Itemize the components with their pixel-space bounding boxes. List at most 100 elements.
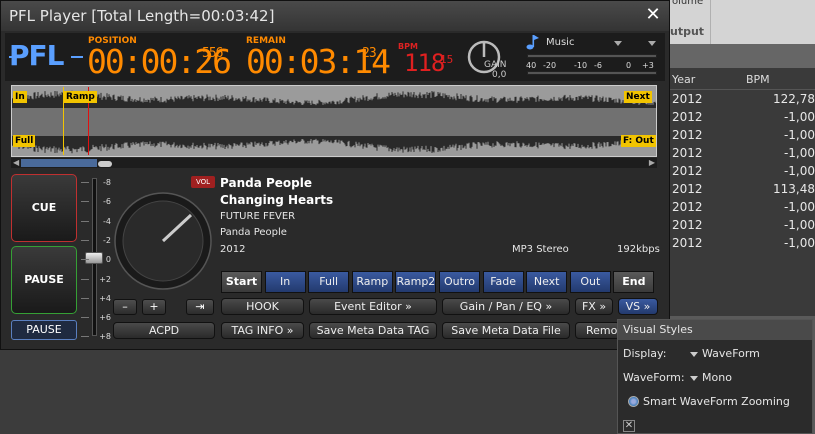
table-row[interactable]: 2012 -1,00	[660, 198, 815, 216]
cue-point-next-button[interactable]: Next	[526, 271, 568, 293]
display-dropdown[interactable]: WaveForm	[702, 347, 760, 360]
cue-tag-in[interactable]: In	[13, 91, 27, 103]
cue-tag-ramp[interactable]: Ramp	[64, 91, 97, 103]
pfl-player-window: PFL Player [Total Length=00:03:42] ✕ PFL…	[0, 0, 670, 350]
cue-tag-fout[interactable]: F: Out	[621, 135, 656, 147]
cue-point-out-button[interactable]: Out	[569, 271, 611, 293]
tag-info-button[interactable]: TAG INFO »	[221, 322, 304, 339]
table-row[interactable]: 2012 -1,00	[660, 234, 815, 252]
table-row[interactable]: 2012 -1,00	[660, 216, 815, 234]
smart-zoom-radio[interactable]	[628, 396, 639, 407]
cell-bpm: 113,48	[773, 182, 815, 196]
window-title: PFL Player [Total Length=00:03:42]	[9, 7, 275, 25]
chevron-down-icon[interactable]	[614, 41, 622, 46]
pitch-scale-label: -8	[103, 178, 111, 187]
cue-point-in-button[interactable]: In	[264, 271, 306, 293]
track-artist: Panda People	[220, 176, 312, 190]
minus-button[interactable]: –	[113, 299, 137, 315]
cell-year: 2012	[672, 182, 703, 196]
pitch-scale-label: -2	[103, 235, 111, 245]
cue-tag-full[interactable]: Full	[13, 135, 36, 147]
pitch-scale-label: -4	[103, 216, 111, 226]
vol-button[interactable]: VOL	[191, 176, 215, 188]
cell-bpm: -1,00	[783, 218, 815, 232]
track-bitrate: 192kbps	[617, 244, 660, 255]
zoom-slider-knob[interactable]	[98, 161, 112, 167]
pitch-scale-label: +2	[99, 274, 111, 284]
hook-button[interactable]: HOOK	[221, 298, 304, 315]
gain-value: 0,0	[492, 70, 507, 80]
background-strip	[660, 44, 815, 68]
visual-styles-header: Visual Styles	[618, 320, 812, 340]
table-row[interactable]: 2012 -1,00	[660, 108, 815, 126]
chevron-down-icon[interactable]	[690, 376, 698, 381]
pause-small-button[interactable]: PAUSE	[11, 320, 77, 340]
cue-point-end-button[interactable]: End	[613, 271, 655, 293]
save-meta-tag-button[interactable]: Save Meta Data TAG	[309, 322, 437, 339]
cue-point-fade-button[interactable]: Fade	[482, 271, 524, 293]
scroll-right-icon[interactable]: ▶	[649, 158, 655, 167]
cue-point-start-button[interactable]: Start	[221, 271, 262, 293]
pitch-scale-label: +8	[99, 332, 111, 342]
cell-year: 2012	[672, 110, 703, 124]
table-row[interactable]: 2012 122,78	[660, 90, 815, 108]
scroll-thumb[interactable]	[21, 159, 97, 167]
scroll-left-icon[interactable]: ◀	[13, 158, 19, 167]
pfl-line-right	[71, 56, 83, 58]
table-row[interactable]: 2012 113,48	[660, 180, 815, 198]
acpd-button[interactable]: ACPD	[113, 322, 215, 339]
plus-button[interactable]: +	[142, 299, 166, 315]
smart-zoom-label[interactable]: Smart WaveForm Zooming	[643, 395, 790, 408]
cell-bpm: -1,00	[783, 128, 815, 142]
close-icon[interactable]: ✕	[643, 4, 663, 26]
music-note-icon	[526, 35, 539, 50]
table-row[interactable]: 2012 -1,00	[660, 144, 815, 162]
column-bpm[interactable]: BPM	[746, 73, 770, 86]
cue-button[interactable]: CUE	[11, 174, 77, 242]
cue-point-ramp-button[interactable]: Ramp	[351, 271, 393, 293]
chevron-down-icon[interactable]	[648, 41, 656, 46]
pitch-tick	[81, 220, 89, 222]
column-year[interactable]: Year	[672, 73, 695, 86]
event-editor-button[interactable]: Event Editor »	[309, 298, 437, 315]
music-device-label[interactable]: Music	[546, 37, 574, 48]
cue-point-ramp2-button[interactable]: Ramp2	[395, 271, 437, 293]
jump-icon[interactable]: ⇥	[186, 299, 214, 315]
waveform-highlight	[12, 108, 656, 136]
cue-point-full-button[interactable]: Full	[308, 271, 350, 293]
background-toolbar: olume utput	[660, 0, 815, 44]
cue-tag-next[interactable]: Next	[624, 91, 652, 103]
cell-year: 2012	[672, 218, 703, 232]
playlist-grid[interactable]: Year BPM 2012 122,78 2012 -1,00 2012 -1,00 201…	[660, 68, 815, 316]
gain-pan-eq-button[interactable]: Gain / Pan / EQ »	[442, 298, 570, 315]
output-label: utput	[670, 25, 705, 38]
track-format: MP3 Stereo	[512, 244, 569, 255]
remove-button[interactable]: Remov	[575, 322, 624, 339]
track-year: 2012	[220, 244, 246, 255]
pitch-tick	[81, 182, 89, 183]
title-bar[interactable]: PFL Player [Total Length=00:03:42] ✕	[1, 1, 669, 31]
cell-bpm: 122,78	[773, 92, 815, 106]
cell-year: 2012	[672, 164, 703, 178]
close-icon[interactable]: ✕	[623, 420, 635, 432]
waveform-dropdown[interactable]: Mono	[702, 371, 732, 384]
table-row[interactable]: 2012 -1,00	[660, 162, 815, 180]
save-meta-file-button[interactable]: Save Meta Data File	[442, 322, 570, 339]
cell-bpm: -1,00	[783, 164, 815, 178]
visual-styles-title: Visual Styles	[623, 323, 693, 336]
waveform-display[interactable]	[11, 85, 657, 157]
vu-tick: 40	[526, 61, 537, 70]
pause-button[interactable]: PAUSE	[11, 246, 77, 314]
cell-year: 2012	[672, 92, 703, 106]
gain-label: GAIN	[484, 60, 507, 70]
vs-button[interactable]: VS »	[618, 298, 658, 315]
cue-point-outro-button[interactable]: Outro	[439, 271, 480, 293]
volume-knob-icon[interactable]	[113, 191, 213, 291]
track-album-artist: Panda People	[220, 227, 287, 238]
divider	[710, 0, 711, 44]
table-row[interactable]: 2012 -1,00	[660, 126, 815, 144]
pitch-tick	[81, 239, 89, 241]
cell-year: 2012	[672, 236, 703, 250]
chevron-down-icon[interactable]	[690, 352, 698, 357]
fx-button[interactable]: FX »	[575, 298, 613, 315]
